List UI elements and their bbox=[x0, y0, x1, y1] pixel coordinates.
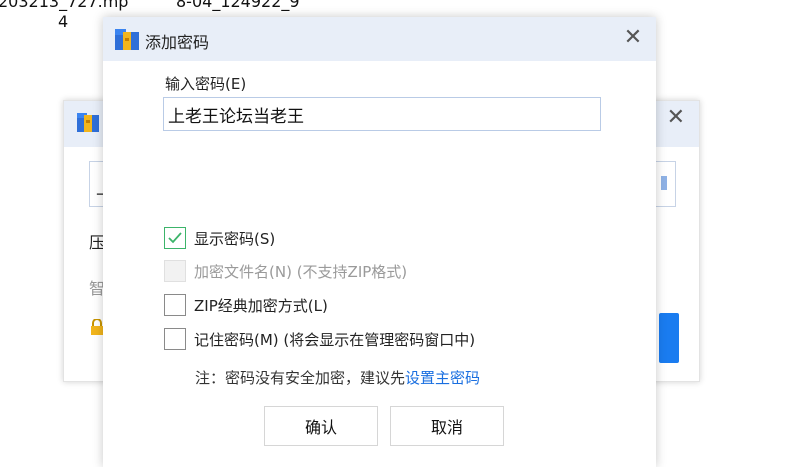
encrypt-filenames-label: 加密文件名(N) (不支持ZIP格式) bbox=[194, 262, 408, 281]
desktop-file-label: 8-04_124922_9 bbox=[176, 0, 300, 11]
desktop-file-label: 203213_727.mp bbox=[0, 0, 129, 11]
password-input[interactable] bbox=[163, 97, 601, 131]
lock-icon bbox=[91, 319, 103, 335]
check-icon bbox=[168, 232, 182, 244]
password-label: 输入密码(E) bbox=[165, 75, 247, 93]
archive-app-icon bbox=[77, 113, 99, 132]
show-password-checkbox[interactable] bbox=[164, 227, 186, 249]
show-password-label: 显示密码(S) bbox=[194, 229, 276, 248]
zip-classic-checkbox[interactable] bbox=[164, 294, 186, 316]
dialog-title: 添加密码 bbox=[145, 33, 210, 52]
close-icon[interactable]: ✕ bbox=[620, 25, 646, 51]
background-primary-button[interactable] bbox=[659, 313, 679, 363]
confirm-button[interactable]: 确认 bbox=[264, 406, 378, 446]
archive-app-icon bbox=[115, 29, 139, 50]
add-password-dialog: 添加密码 ✕ 输入密码(E) 显示密码(S) 加密文件名(N) (不支持ZIP格… bbox=[103, 17, 656, 467]
security-note-text: 注：密码没有安全加密，建议先 bbox=[195, 369, 406, 387]
zip-classic-option[interactable]: ZIP经典加密方式(L) bbox=[164, 293, 328, 317]
cancel-button[interactable]: 取消 bbox=[390, 406, 504, 446]
security-note: 注：密码没有安全加密，建议先设置主密码 bbox=[195, 367, 480, 388]
remember-password-label: 记住密码(M) (将会显示在管理密码窗口中) bbox=[194, 330, 476, 349]
background-input-icon bbox=[661, 176, 667, 190]
encrypt-filenames-checkbox bbox=[164, 260, 186, 282]
dialog-titlebar: 添加密码 ✕ bbox=[103, 17, 656, 61]
encrypt-filenames-option: 加密文件名(N) (不支持ZIP格式) bbox=[164, 259, 407, 283]
zip-classic-label: ZIP经典加密方式(L) bbox=[194, 296, 328, 315]
background-close-icon[interactable]: ✕ bbox=[667, 107, 685, 129]
desktop-file-label-line2: 4 bbox=[58, 12, 69, 31]
remember-password-option[interactable]: 记住密码(M) (将会显示在管理密码窗口中) bbox=[164, 327, 475, 351]
remember-password-checkbox[interactable] bbox=[164, 328, 186, 350]
show-password-option[interactable]: 显示密码(S) bbox=[164, 226, 275, 250]
set-master-password-link[interactable]: 设置主密码 bbox=[405, 369, 480, 387]
